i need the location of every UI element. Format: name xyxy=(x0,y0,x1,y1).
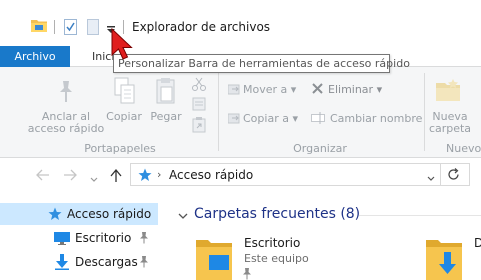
monitor-icon xyxy=(54,232,70,248)
star-icon xyxy=(138,168,152,185)
paste-shortcut-icon[interactable] xyxy=(192,117,206,136)
rename-button[interactable]: Cambiar nombre xyxy=(330,112,422,125)
group-label-organize: Organizar xyxy=(293,142,347,155)
copy-to-button[interactable]: Copiar a ▾ xyxy=(243,112,298,125)
cursor-icon xyxy=(110,27,134,65)
nav-label: Acceso rápido xyxy=(67,207,152,221)
tab-file[interactable]: Archivo xyxy=(0,46,70,67)
pin-label-line2: acceso rápido xyxy=(27,122,105,135)
new-folder-icon xyxy=(436,79,460,104)
download-icon xyxy=(55,254,69,273)
window-title: Explorador de archivos xyxy=(132,20,271,34)
copy-to-icon xyxy=(227,112,240,127)
section-title: Carpetas frecuentes (8) xyxy=(194,206,361,222)
group-label-new: Nuevo xyxy=(446,142,481,155)
folder-location: Este equipo xyxy=(244,252,309,265)
back-icon[interactable] xyxy=(36,169,50,185)
new-folder-button[interactable]: Nueva carpeta xyxy=(426,111,474,135)
new-folder-line2: carpeta xyxy=(428,122,472,135)
delete-button[interactable]: Eliminar ▾ xyxy=(328,83,382,96)
address-divider xyxy=(440,164,441,185)
breadcrumb-chevron-icon[interactable]: › xyxy=(157,168,161,181)
group-label-clipboard: Portapapeles xyxy=(84,142,156,155)
folder-name: D xyxy=(474,236,481,250)
checkmark-icon[interactable] xyxy=(64,19,77,38)
pin-icon xyxy=(242,268,252,280)
nav-item-downloads[interactable]: Descargas xyxy=(0,251,158,273)
star-icon xyxy=(48,207,62,224)
refresh-icon[interactable] xyxy=(447,168,460,184)
move-icon xyxy=(227,83,240,98)
nav-label: Descargas xyxy=(75,255,138,269)
folder-tile[interactable]: D xyxy=(426,234,481,280)
folder-icon xyxy=(426,238,462,280)
ribbon: Anclar al acceso rápido Copiar Pegar Por… xyxy=(0,67,481,158)
address-bar[interactable]: › Acceso rápido xyxy=(130,163,470,186)
nav-item-quick-access[interactable]: Acceso rápido xyxy=(0,203,158,225)
navigation-pane: Acceso rápido Escritorio Descargas xyxy=(0,196,158,280)
move-to-button[interactable]: Mover a ▾ xyxy=(243,83,296,96)
qat-separator xyxy=(54,20,55,34)
group-separator xyxy=(424,73,425,151)
copy-to-label: Copiar a xyxy=(243,112,289,125)
paste-button[interactable]: Pegar xyxy=(146,111,186,123)
folder-tile[interactable]: Escritorio Este equipo xyxy=(196,234,336,280)
address-dropdown-icon[interactable] xyxy=(427,172,435,185)
content-pane: Carpetas frecuentes (8) Escritorio Este … xyxy=(164,196,481,280)
nav-item-desktop[interactable]: Escritorio xyxy=(0,227,158,249)
copy-path-icon[interactable] xyxy=(192,97,206,114)
pin-icon[interactable] xyxy=(139,256,149,271)
scissors-icon[interactable] xyxy=(192,77,206,94)
address-location: Acceso rápido xyxy=(169,168,254,182)
pin-to-quick-access-button[interactable]: Anclar al acceso rápido xyxy=(26,111,106,135)
nav-label: Escritorio xyxy=(75,231,132,245)
up-icon[interactable] xyxy=(110,168,122,187)
rename-icon xyxy=(311,112,325,127)
move-to-label: Mover a xyxy=(243,83,288,96)
tooltip: Personalizar Barra de herramientas de ac… xyxy=(113,54,410,73)
copy-button[interactable]: Copiar xyxy=(104,111,144,123)
copy-icon xyxy=(114,77,136,108)
pin-icon xyxy=(55,79,77,106)
delete-label: Eliminar xyxy=(328,83,374,96)
group-separator xyxy=(218,73,219,151)
folder-icon xyxy=(196,238,232,280)
pin-icon[interactable] xyxy=(139,232,149,247)
folder-icon[interactable] xyxy=(31,18,47,35)
chevron-down-icon[interactable] xyxy=(178,210,188,223)
title-bar: Explorador de archivos xyxy=(0,0,481,46)
folder-name: Escritorio xyxy=(244,236,301,250)
section-divider xyxy=(359,215,481,216)
delete-icon xyxy=(311,82,324,98)
qat-blank-icon[interactable] xyxy=(87,19,99,38)
forward-icon[interactable] xyxy=(63,169,77,185)
recent-locations-icon[interactable] xyxy=(90,172,98,187)
paste-icon xyxy=(155,77,177,108)
